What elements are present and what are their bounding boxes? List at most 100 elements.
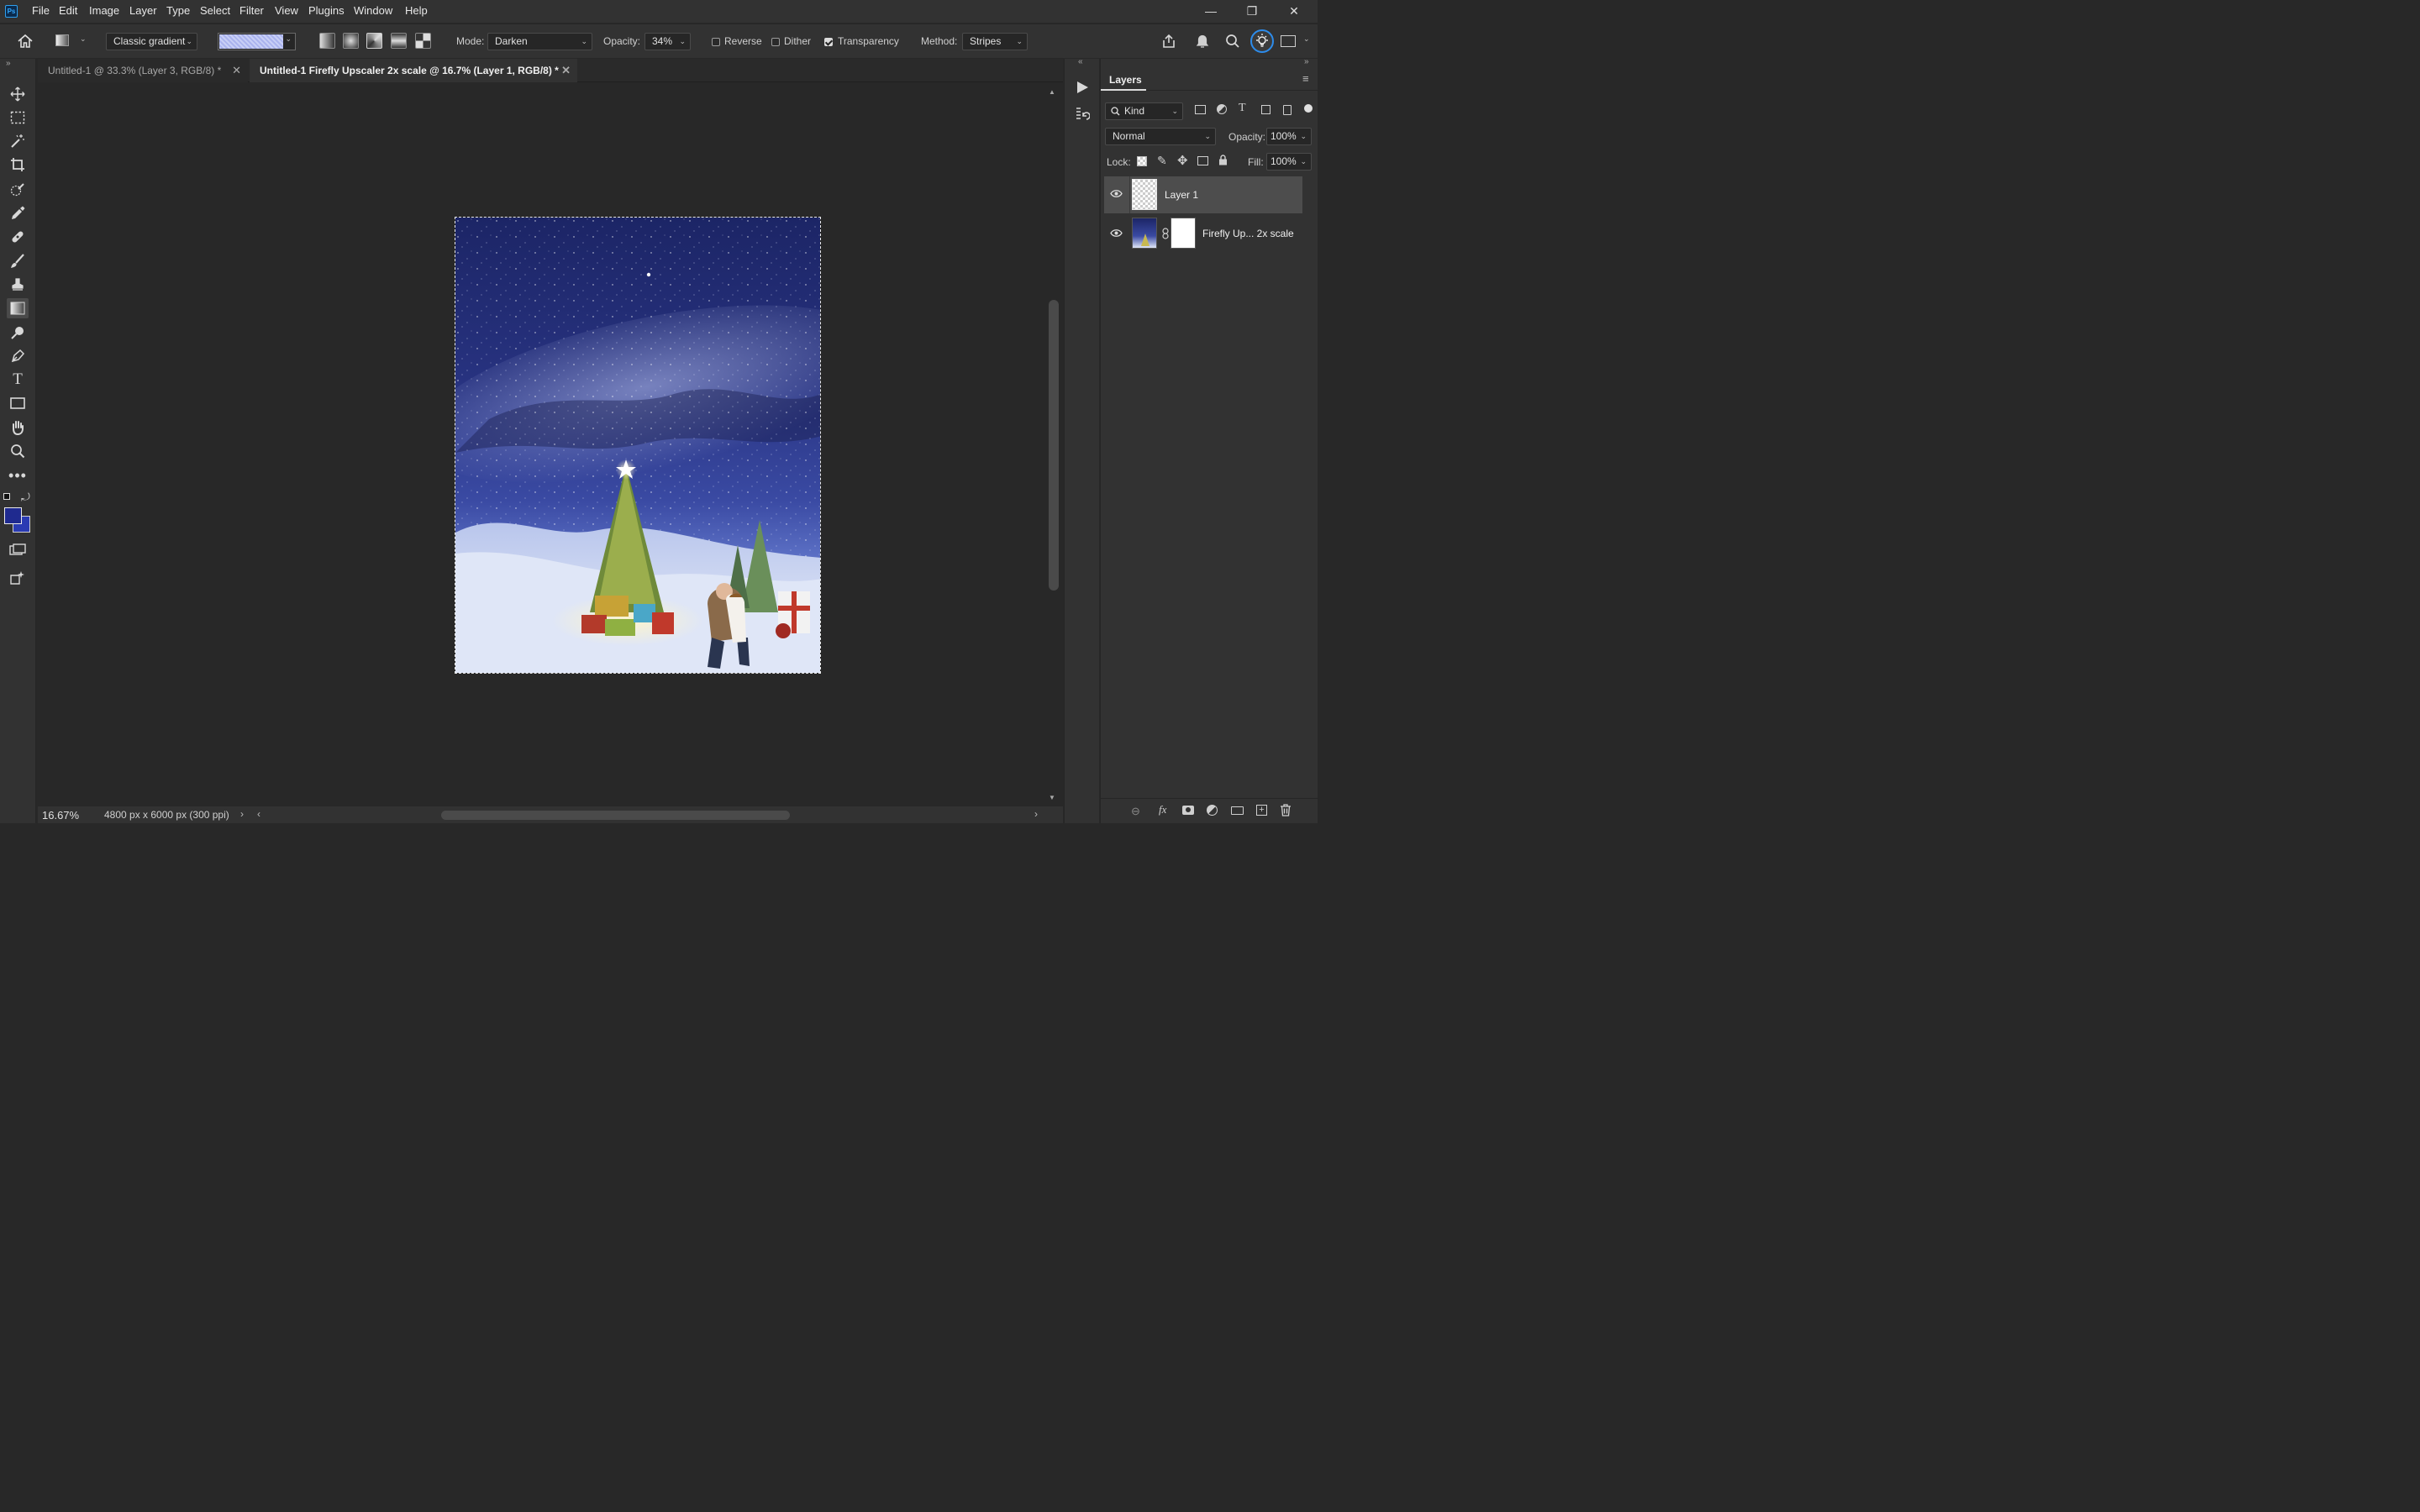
search-icon[interactable]	[1225, 34, 1240, 53]
zoom-tool[interactable]	[7, 441, 29, 461]
scroll-right-icon[interactable]: ›	[1034, 808, 1038, 820]
filter-toggle-icon[interactable]	[1304, 104, 1313, 113]
pen-tool[interactable]	[7, 346, 29, 366]
home-icon[interactable]	[17, 34, 34, 53]
rectangle-tool[interactable]	[7, 393, 29, 413]
share-icon[interactable]	[1160, 33, 1177, 54]
close-tab-icon[interactable]: ✕	[232, 59, 241, 82]
menu-image[interactable]: Image	[89, 4, 119, 17]
close-window-button[interactable]: ✕	[1282, 2, 1306, 20]
lock-position-icon[interactable]: ✥	[1177, 153, 1188, 168]
link-layers-icon[interactable]: ⊖	[1131, 805, 1140, 818]
minimize-button[interactable]: —	[1199, 2, 1223, 20]
restore-button[interactable]: ❐	[1240, 2, 1264, 20]
healing-brush-tool[interactable]	[7, 227, 29, 247]
dither-checkbox[interactable]	[771, 38, 780, 46]
clone-stamp-tool[interactable]	[7, 275, 29, 295]
filter-shape-icon[interactable]	[1261, 105, 1270, 114]
lock-artboard-icon[interactable]	[1197, 156, 1208, 165]
crop-tool[interactable]	[7, 155, 29, 175]
notifications-icon[interactable]	[1195, 33, 1210, 54]
default-colors-icon[interactable]	[3, 493, 10, 500]
play-actions-icon[interactable]	[1075, 80, 1090, 99]
visibility-eye-icon[interactable]	[1110, 187, 1123, 202]
generative-tool[interactable]	[7, 568, 29, 588]
filter-type-icon[interactable]: T	[1239, 102, 1246, 115]
layer-row-firefly[interactable]: Firefly Up... 2x scale	[1104, 214, 1302, 251]
new-group-icon[interactable]	[1231, 806, 1244, 815]
layer-filter-kind-dropdown[interactable]: Kind ⌄	[1105, 102, 1183, 120]
move-tool[interactable]	[7, 84, 29, 104]
menu-select[interactable]: Select	[200, 4, 230, 17]
object-selection-tool[interactable]	[7, 180, 29, 200]
adjustment-layer-icon[interactable]	[1207, 805, 1218, 816]
reverse-checkbox[interactable]	[712, 38, 720, 46]
tool-preset-icon[interactable]	[55, 34, 69, 46]
menu-plugins[interactable]: Plugins	[308, 4, 345, 17]
menu-view[interactable]: View	[275, 4, 298, 17]
zoom-level[interactable]: 16.67%	[42, 809, 79, 822]
reflected-gradient-button[interactable]	[391, 33, 407, 49]
filter-smart-object-icon[interactable]	[1283, 105, 1292, 115]
expand-panel-icon[interactable]: »	[1304, 57, 1309, 66]
opacity-field[interactable]: 34% ⌄	[644, 33, 691, 50]
layer-name[interactable]: Layer 1	[1165, 189, 1198, 201]
new-layer-icon[interactable]: +	[1256, 805, 1267, 816]
menu-layer[interactable]: Layer	[129, 4, 157, 17]
diamond-gradient-button[interactable]	[415, 33, 431, 49]
lock-paint-icon[interactable]: ✎	[1157, 154, 1167, 168]
scroll-down-icon[interactable]: ▼	[1049, 794, 1055, 801]
gradient-preset-dropdown[interactable]: Classic gradient ⌄	[106, 33, 197, 50]
layer-mask-thumbnail[interactable]	[1171, 218, 1196, 249]
filter-pixel-icon[interactable]	[1195, 105, 1206, 114]
more-tools-button[interactable]: •••	[7, 465, 29, 486]
discover-lightbulb-icon[interactable]	[1250, 29, 1274, 53]
chevron-down-icon[interactable]: ⌄	[80, 34, 87, 44]
menu-edit[interactable]: Edit	[59, 4, 77, 17]
chevron-down-icon[interactable]: ⌄	[1303, 34, 1310, 44]
tab-layers[interactable]: Layers	[1101, 69, 1146, 91]
blend-mode-dropdown[interactable]: Normal ⌄	[1105, 128, 1216, 145]
tab-untitled-1[interactable]: Untitled-1 @ 33.3% (Layer 3, RGB/8) * ✕	[38, 59, 248, 82]
lock-transparent-icon[interactable]	[1137, 156, 1147, 166]
gradient-swatch-dropdown[interactable]: ⌄	[218, 33, 296, 50]
layer-row-layer-1[interactable]: Layer 1	[1104, 176, 1302, 213]
swap-colors-icon[interactable]: ⤾	[21, 491, 30, 504]
method-dropdown[interactable]: Stripes ⌄	[962, 33, 1028, 50]
mode-dropdown[interactable]: Darken ⌄	[487, 33, 592, 50]
expand-panel-icon[interactable]: »	[6, 59, 11, 68]
transparency-checkbox[interactable]	[824, 38, 833, 46]
history-icon[interactable]	[1075, 106, 1091, 127]
visibility-eye-icon[interactable]	[1110, 227, 1123, 242]
foreground-color-swatch[interactable]	[4, 507, 22, 524]
gradient-tool[interactable]	[7, 298, 29, 318]
layer-opacity-field[interactable]: 100% ⌄	[1266, 128, 1312, 145]
close-tab-icon[interactable]: ✕	[561, 59, 571, 82]
type-tool[interactable]: T	[7, 370, 29, 390]
magic-wand-tool[interactable]	[7, 131, 29, 151]
collapse-panel-icon[interactable]: «	[1078, 57, 1083, 66]
menu-type[interactable]: Type	[166, 4, 190, 17]
angle-gradient-button[interactable]	[366, 33, 382, 49]
layer-thumbnail[interactable]	[1132, 179, 1157, 210]
scroll-up-icon[interactable]: ▲	[1049, 88, 1055, 96]
vertical-scrollbar-thumb[interactable]	[1049, 300, 1059, 591]
brush-tool[interactable]	[7, 251, 29, 271]
chevron-right-icon[interactable]: ›	[240, 808, 244, 820]
menu-filter[interactable]: Filter	[239, 4, 264, 17]
menu-help[interactable]: Help	[405, 4, 428, 17]
dodge-tool[interactable]	[7, 323, 29, 343]
panel-menu-icon[interactable]: ≡	[1302, 72, 1309, 85]
add-mask-icon[interactable]	[1182, 806, 1194, 815]
hand-tool[interactable]	[7, 417, 29, 438]
linear-gradient-button[interactable]	[319, 33, 335, 49]
radial-gradient-button[interactable]	[343, 33, 359, 49]
marquee-tool[interactable]	[7, 108, 29, 128]
fx-icon[interactable]: fx	[1159, 803, 1166, 816]
menu-file[interactable]: File	[32, 4, 50, 17]
fill-field[interactable]: 100% ⌄	[1266, 153, 1312, 171]
tab-firefly-upscaler[interactable]: Untitled-1 Firefly Upscaler 2x scale @ 1…	[250, 59, 577, 82]
filter-adjustment-icon[interactable]	[1217, 104, 1227, 114]
quick-mask-button[interactable]	[7, 540, 29, 560]
link-icon[interactable]	[1162, 228, 1169, 244]
